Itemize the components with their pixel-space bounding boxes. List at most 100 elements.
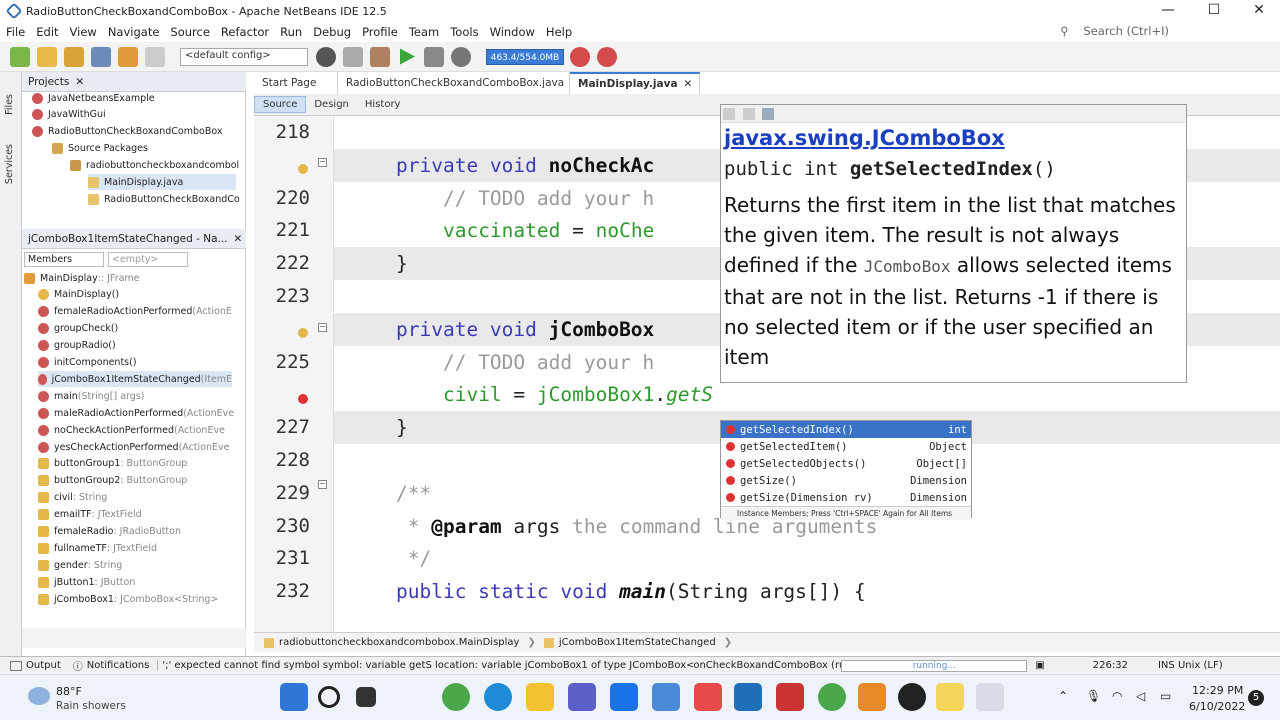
- navigator-item[interactable]: gender : String: [38, 557, 122, 573]
- menu-view[interactable]: View: [70, 25, 97, 39]
- forward-icon[interactable]: [742, 108, 755, 120]
- fold-icon[interactable]: −: [318, 323, 327, 332]
- error-icon[interactable]: [298, 394, 308, 404]
- redo-icon[interactable]: [145, 46, 165, 67]
- close-icon[interactable]: ✕: [684, 78, 693, 90]
- navigator-item[interactable]: jComboBox1ItemStateChanged (ItemE: [38, 371, 232, 388]
- close-button[interactable]: ✕: [1236, 0, 1280, 22]
- chrome-icon[interactable]: [442, 683, 470, 711]
- navigator-item[interactable]: femaleRadioActionPerformed (ActionE: [38, 304, 232, 320]
- navigator-item[interactable]: jComboBox1 : JComboBox<String>: [38, 591, 218, 607]
- navigator-item[interactable]: MainDisplay :: JFrame: [24, 270, 140, 286]
- project-item[interactable]: RadioButtonCheckBoxandComboBox: [32, 123, 222, 139]
- task-view-icon[interactable]: [356, 687, 376, 707]
- file-node[interactable]: RadioButtonCheckBoxandCo: [88, 191, 240, 207]
- menu-debug[interactable]: Debug: [313, 25, 351, 39]
- app-icon[interactable]: [776, 683, 804, 711]
- navigator-item[interactable]: emailTF : JTextField: [38, 507, 142, 523]
- back-icon[interactable]: [723, 108, 735, 120]
- microphone-icon[interactable]: 🎙: [1086, 689, 1101, 703]
- stop-icon[interactable]: ▣: [1035, 660, 1044, 671]
- memory-indicator[interactable]: 463.4/554.0MB: [486, 48, 564, 65]
- volume-icon[interactable]: ◁: [1136, 689, 1145, 703]
- menu-run[interactable]: Run: [280, 25, 302, 39]
- app-icon[interactable]: [976, 683, 1004, 711]
- windows-start-icon[interactable]: [280, 683, 308, 711]
- battery-icon[interactable]: ▭: [1160, 689, 1171, 703]
- navigator-item[interactable]: femaleRadio : JRadioButton: [38, 524, 181, 540]
- sublime-icon[interactable]: [858, 683, 886, 711]
- netbeans-icon[interactable]: [936, 683, 964, 711]
- file-node-maindisplay[interactable]: MainDisplay.java: [88, 174, 236, 190]
- menu-tools[interactable]: Tools: [450, 25, 478, 39]
- obs-icon[interactable]: [898, 683, 926, 711]
- services-tab[interactable]: Services: [4, 144, 15, 184]
- javadoc-class-link[interactable]: javax.swing.JComboBox: [721, 123, 1186, 150]
- menu-edit[interactable]: Edit: [36, 25, 58, 39]
- profiler-icon[interactable]: [597, 46, 617, 67]
- browser-icon[interactable]: [762, 108, 774, 120]
- fold-icon[interactable]: −: [318, 480, 327, 489]
- project-item[interactable]: JavaNetbeansExample: [32, 90, 155, 106]
- wifi-icon[interactable]: ◠: [1112, 689, 1122, 703]
- chrome-icon[interactable]: [818, 683, 846, 711]
- menu-file[interactable]: File: [6, 25, 25, 39]
- fold-icon[interactable]: −: [318, 158, 327, 167]
- navigator-item[interactable]: maleRadioActionPerformed (ActionEve: [38, 405, 234, 421]
- menu-source[interactable]: Source: [170, 25, 210, 39]
- breadcrumb-class[interactable]: radiobuttoncheckboxandcombobox.MainDispl…: [279, 637, 519, 648]
- completion-item[interactable]: getSelectedItem() Object: [721, 438, 971, 455]
- word-icon[interactable]: [610, 683, 638, 711]
- open-project-icon[interactable]: [64, 46, 84, 67]
- design-view-button[interactable]: Design: [306, 97, 357, 112]
- build-icon[interactable]: [343, 46, 363, 67]
- app-icon[interactable]: [694, 683, 722, 711]
- navigator-item[interactable]: main (String[] args): [38, 388, 145, 404]
- navigator-item[interactable]: groupRadio(): [38, 338, 116, 354]
- run-task-label[interactable]: onCheckBoxandComboBox (run): [693, 660, 841, 671]
- new-file-icon[interactable]: [10, 46, 30, 67]
- chevron-up-icon[interactable]: ⌃: [1058, 689, 1068, 703]
- completion-item[interactable]: getSize(Dimension rv) Dimension: [721, 489, 971, 506]
- menu-profile[interactable]: Profile: [362, 25, 398, 39]
- gc-icon[interactable]: [570, 46, 590, 67]
- debug-icon[interactable]: [424, 46, 444, 67]
- menu-window[interactable]: Window: [490, 25, 535, 39]
- source-packages-node[interactable]: Source Packages: [52, 140, 148, 156]
- code-line[interactable]: civil = jComboBox1.getS: [334, 378, 1280, 411]
- navigator-item[interactable]: buttonGroup1 : ButtonGroup: [38, 456, 187, 472]
- run-icon[interactable]: [400, 48, 415, 65]
- completion-item[interactable]: getSize() Dimension: [721, 472, 971, 489]
- navigator-item[interactable]: initComponents(): [38, 355, 137, 371]
- navigator-item[interactable]: groupCheck(): [38, 321, 118, 337]
- new-project-icon[interactable]: [37, 46, 57, 67]
- undo-icon[interactable]: [118, 46, 138, 67]
- teams-icon[interactable]: [568, 683, 596, 711]
- members-select[interactable]: Members: [24, 251, 104, 267]
- menu-refactor[interactable]: Refactor: [221, 25, 269, 39]
- profile-icon[interactable]: [451, 46, 471, 67]
- files-tab[interactable]: Files: [4, 94, 15, 115]
- tab-start-page[interactable]: Start Page: [254, 72, 338, 94]
- code-line[interactable]: */: [334, 542, 1280, 575]
- empty-select[interactable]: <empty>: [108, 251, 188, 267]
- store-icon[interactable]: [652, 683, 680, 711]
- clock-time[interactable]: 12:29 PM: [1192, 684, 1243, 697]
- menu-help[interactable]: Help: [546, 25, 572, 39]
- notification-badge[interactable]: 5: [1248, 690, 1264, 706]
- project-item[interactable]: JavaWithGui: [32, 106, 106, 122]
- minimize-button[interactable]: —: [1145, 0, 1191, 22]
- projects-tab[interactable]: Projects: [28, 76, 69, 88]
- navigator-item[interactable]: buttonGroup2 : ButtonGroup: [38, 473, 187, 489]
- navigator-item[interactable]: yesCheckActionPerformed (ActionEve: [38, 439, 230, 455]
- hint-icon[interactable]: [298, 328, 308, 338]
- clean-build-icon[interactable]: [370, 46, 390, 67]
- navigator-item[interactable]: noCheckActionPerformed (ActionEve: [38, 422, 225, 438]
- package-node[interactable]: radiobuttoncheckboxandcombol: [70, 157, 239, 173]
- output-tab[interactable]: Output: [26, 660, 61, 671]
- close-icon[interactable]: ✕: [75, 76, 84, 88]
- edge-icon[interactable]: [484, 683, 512, 711]
- search-input[interactable]: Search (Ctrl+I): [1083, 24, 1169, 38]
- file-explorer-icon[interactable]: [526, 683, 554, 711]
- code-line[interactable]: public static void main(String args[]) {: [334, 575, 1280, 608]
